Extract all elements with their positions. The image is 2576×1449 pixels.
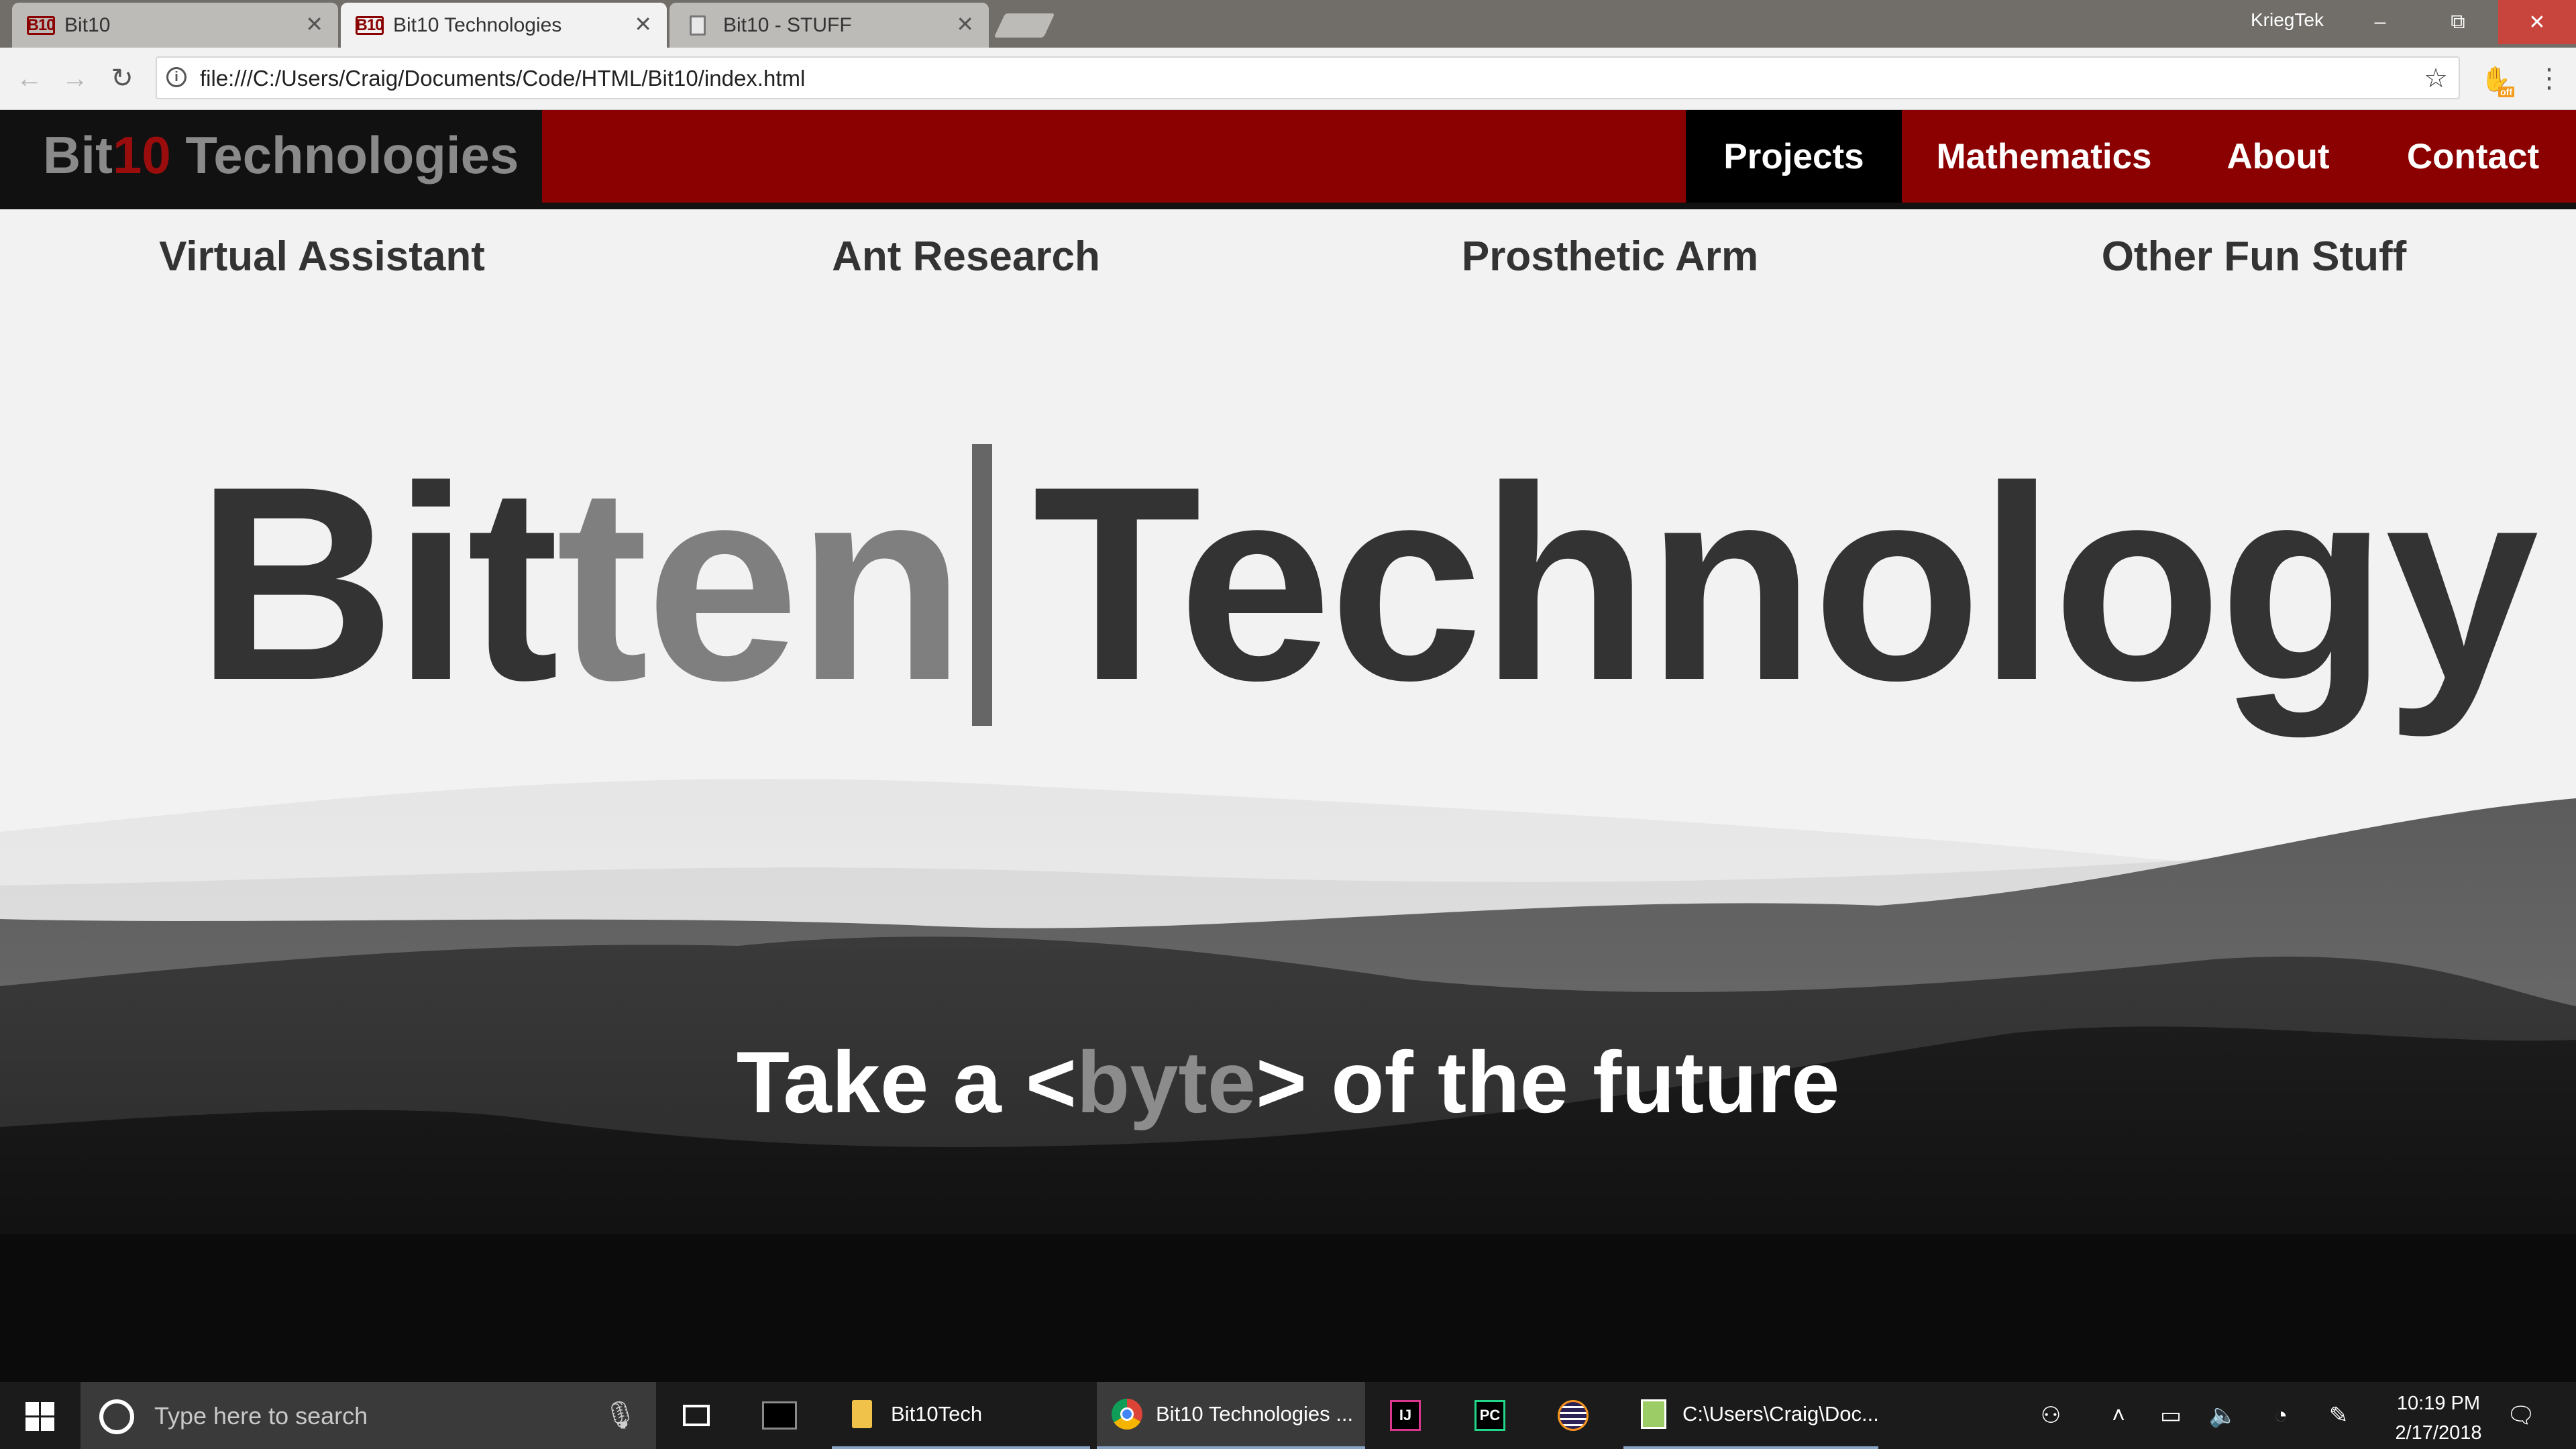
clock-date: 2/17/2018 (2395, 1422, 2482, 1444)
windows-start-icon[interactable] (25, 1402, 55, 1432)
taskbar-app-explorer[interactable]: Bit10Tech (832, 1382, 1090, 1449)
tab-title: Bit10 - STUFF (723, 13, 852, 36)
clock-time: 10:19 PM (2396, 1393, 2481, 1414)
tab-title: Bit10 (64, 13, 111, 36)
close-icon: ✕ (2528, 11, 2546, 34)
restore-button[interactable]: ⧉ (2419, 0, 2497, 44)
arrow-left-icon: ← (16, 63, 43, 93)
folder-icon (847, 1399, 877, 1430)
taskbar-app-label: Bit10Tech (891, 1402, 983, 1426)
reload-button[interactable]: ↻ (106, 62, 138, 95)
close-icon[interactable]: ✕ (305, 13, 323, 35)
tagline-start: Take a < (736, 1033, 1077, 1131)
browser-tab[interactable]: B10 Bit10 ✕ (12, 3, 338, 48)
url-text[interactable]: file:///C:/Users/Craig/Documents/Code/HT… (200, 66, 805, 91)
back-button[interactable]: ← (13, 62, 46, 95)
taskbar-app-intellij[interactable]: IJ (1382, 1382, 1433, 1449)
eclipse-icon (1558, 1400, 1589, 1431)
browser-toolbar: ← → ↻ i file:///C:/Users/Craig/Documents… (0, 48, 2576, 110)
bit10-favicon-icon: B10 (356, 15, 384, 35)
site-logo[interactable]: Bit10 Technologies (43, 125, 519, 186)
subnav-ant-research[interactable]: Ant Research (644, 233, 1288, 280)
hero-title: Bitten Technology (196, 429, 2539, 738)
header-accent-band (542, 110, 1686, 203)
bit10-favicon-icon: B10 (27, 15, 56, 35)
taskbar-app-chrome[interactable]: Bit10 Technologies ... (1097, 1382, 1365, 1449)
address-bar[interactable]: i file:///C:/Users/Craig/Documents/Code/… (156, 56, 2460, 99)
minimize-button[interactable]: – (2341, 0, 2419, 44)
browser-tab[interactable]: Bit10 - STUFF ✕ (669, 3, 989, 48)
pycharm-icon: PC (1474, 1400, 1505, 1431)
menu-dots-icon[interactable]: ⋮ (2536, 64, 2563, 96)
nav-mathematics[interactable]: Mathematics (1902, 110, 2186, 203)
notification-icon[interactable]: 🗨 (2506, 1401, 2536, 1430)
window-close-button[interactable]: ✕ (2498, 0, 2576, 44)
taskbar-app-notepad[interactable]: C:\Users\Craig\Doc... (1623, 1382, 1879, 1449)
taskbar-search-box[interactable]: Type here to search 🎙 (80, 1382, 656, 1449)
task-view-icon[interactable] (679, 1398, 714, 1433)
cortana-icon[interactable] (99, 1399, 134, 1434)
close-icon[interactable]: ✕ (634, 13, 652, 35)
chrome-icon (1112, 1399, 1142, 1430)
windows-taskbar: Type here to search 🎙 Bit10Tech Bit10 Te… (0, 1382, 2576, 1449)
tab-title: Bit10 Technologies (393, 13, 562, 36)
taskbar-app-label: C:\Users\Craig\Doc... (1682, 1402, 1879, 1426)
taskbar-app-label: Bit10 Technologies ... (1156, 1402, 1354, 1426)
new-tab-button[interactable] (994, 13, 1055, 38)
nav-contact[interactable]: Contact (2370, 110, 2576, 203)
document-icon (690, 15, 706, 36)
taskbar-app-pycharm[interactable]: PC (1466, 1382, 1517, 1449)
browser-tab-active[interactable]: B10 Bit10 Technologies ✕ (341, 3, 667, 48)
volume-icon[interactable]: 🔈 (2208, 1401, 2238, 1430)
wifi-icon[interactable]: ◔ (2266, 1401, 2296, 1430)
subnav-other-fun-stuff[interactable]: Other Fun Stuff (1932, 233, 2576, 280)
nav-projects[interactable]: Projects (1686, 110, 1902, 203)
extension-badge: off (2498, 87, 2514, 97)
profile-name[interactable]: KriegTek (2251, 9, 2324, 31)
taskbar-search-placeholder[interactable]: Type here to search (154, 1402, 368, 1430)
typing-cursor (972, 444, 993, 726)
forward-button[interactable]: → (59, 62, 91, 95)
logo-bit: Bit (43, 125, 113, 184)
star-icon[interactable]: ☆ (2424, 63, 2448, 94)
hero-tagline: Take a <byte> of the future (0, 1032, 2576, 1132)
hero-word-ten: ten (556, 429, 965, 738)
logo-ten: 10 (112, 125, 171, 184)
intellij-icon: IJ (1390, 1400, 1421, 1431)
hero-word-bit: Bit (196, 429, 559, 738)
terminal-icon[interactable] (762, 1398, 797, 1433)
nav-about[interactable]: About (2186, 110, 2370, 203)
chevron-up-icon[interactable]: ˄ (2104, 1401, 2133, 1430)
tagline-byte: byte (1076, 1033, 1256, 1131)
browser-tab-strip: B10 Bit10 ✕ B10 Bit10 Technologies ✕ Bit… (0, 0, 2576, 48)
hero-word-technology: Technology (1032, 429, 2538, 738)
arrow-right-icon: → (62, 63, 89, 93)
restore-icon: ⧉ (2451, 11, 2465, 33)
people-icon[interactable]: ⚇ (2036, 1401, 2065, 1430)
subnav-virtual-assistant[interactable]: Virtual Assistant (0, 233, 644, 280)
taskbar-app-eclipse[interactable] (1550, 1382, 1601, 1449)
close-icon[interactable]: ✕ (956, 13, 974, 35)
site-header: Bit10 Technologies Projects Mathematics … (0, 110, 2576, 209)
minimize-icon: – (2374, 11, 2386, 33)
extension-button[interactable]: ✋ off (2481, 65, 2514, 97)
pen-icon[interactable]: ✎ (2324, 1401, 2353, 1430)
notepad-icon (1638, 1399, 1669, 1430)
reload-icon: ↻ (111, 64, 133, 93)
taskbar-clock[interactable]: 10:19 PM 2/17/2018 (2371, 1389, 2506, 1448)
tagline-end: > of the future (1256, 1033, 1840, 1131)
info-icon[interactable]: i (166, 67, 186, 87)
subnav-prosthetic-arm[interactable]: Prosthetic Arm (1288, 233, 1932, 280)
battery-icon[interactable]: ▭ (2156, 1401, 2186, 1430)
microphone-icon[interactable]: 🎙 (603, 1399, 637, 1431)
logo-technologies: Technologies (170, 125, 519, 184)
